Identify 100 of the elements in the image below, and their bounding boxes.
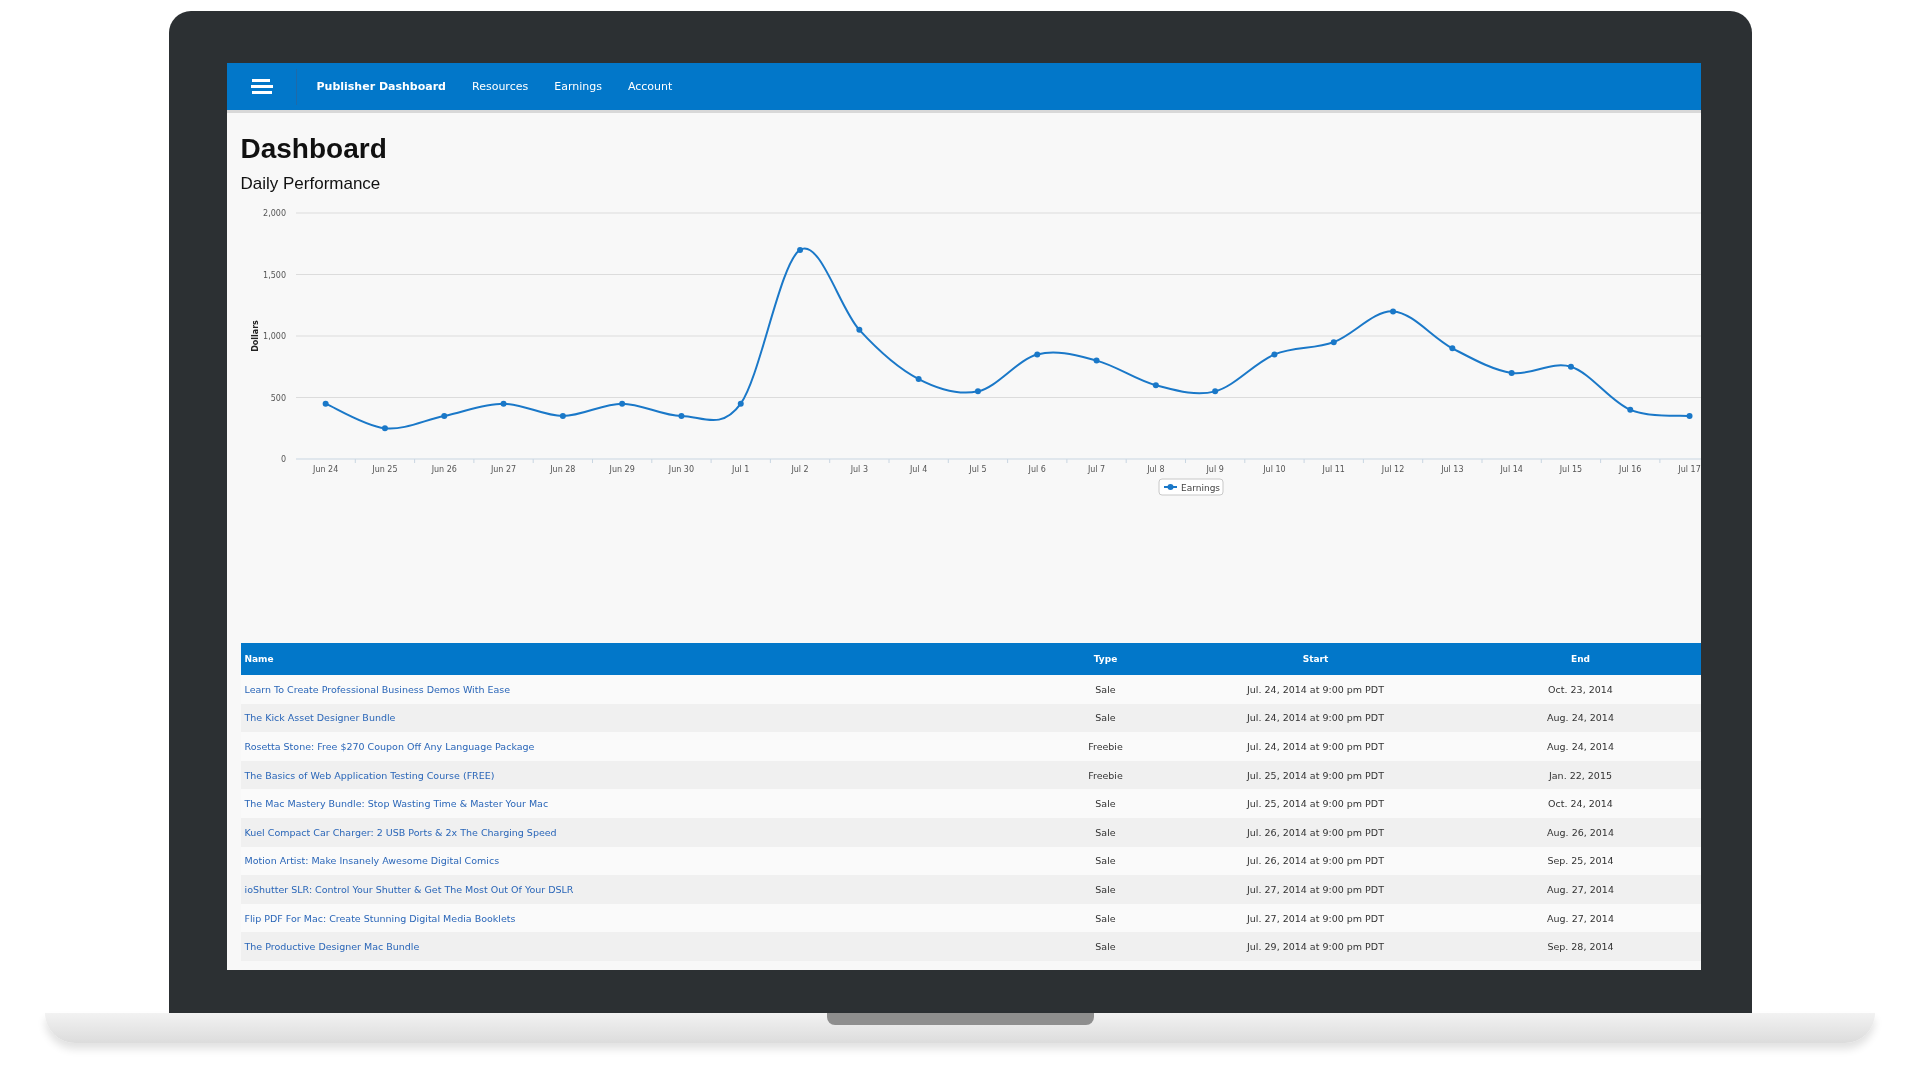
axis-tick-label: Jun 24 [312, 465, 338, 474]
data-point [559, 412, 566, 419]
table-cell: Sep. 25, 2014 [1547, 855, 1614, 867]
table-cell: Sale [1095, 798, 1116, 810]
data-point [381, 425, 388, 432]
deal-link[interactable]: The Basics of Web Application Testing Course (FREE) [244, 769, 495, 781]
column-header: End [1570, 654, 1591, 664]
data-point [1033, 351, 1040, 358]
table-cell: Aug. 27, 2014 [1547, 883, 1614, 895]
axis-tick-label: Jun 30 [668, 465, 694, 474]
data-point [1330, 339, 1337, 346]
data-point [1448, 345, 1455, 352]
axis-tick-label: Jul 14 [1499, 465, 1523, 474]
axis-tick-label: Jul 4 [909, 465, 927, 474]
section-title: Daily Performance [240, 173, 382, 195]
legend-box [1158, 478, 1223, 496]
table-cell: Jul. 24, 2014 at 9:00 pm PDT [1247, 712, 1384, 724]
data-point [1270, 351, 1277, 358]
axis-tick-label: Jul 13 [1440, 465, 1464, 474]
data-point [1626, 406, 1633, 413]
table-cell: Freebie [1088, 741, 1123, 752]
deal-link[interactable]: Flip PDF For Mac: Create Stunning Digital Media Booklets [244, 912, 516, 924]
axis-tick-label: Jul 8 [1146, 465, 1164, 474]
data-point [440, 412, 447, 419]
table-cell: Jan. 22, 2015 [1549, 769, 1612, 781]
deal-link[interactable]: The Mac Mastery Bundle: Stop Wasting Time & Master Your Mac [244, 798, 549, 810]
menu-icon[interactable] [250, 78, 273, 95]
axis-tick-label: Jul 5 [968, 465, 987, 474]
table-cell: Aug. 24, 2014 [1547, 712, 1614, 724]
table-cell: Oct. 24, 2014 [1548, 798, 1613, 810]
axis-tick-label: Jun 28 [549, 465, 575, 474]
axis-tick-label: Jul 16 [1618, 465, 1641, 474]
axis-tick-label: Jul 17 [1677, 465, 1701, 474]
table-cell: Aug. 26, 2014 [1547, 826, 1614, 838]
axis-tick-label: 1,500 [262, 270, 286, 280]
data-point [1211, 388, 1218, 395]
axis-tick-label: Jul 10 [1262, 465, 1286, 474]
axis-tick-label: Jul 1 [731, 465, 749, 474]
table-cell: Aug. 27, 2014 [1547, 912, 1614, 924]
data-point [1508, 369, 1515, 376]
nav-link[interactable]: Resources [472, 80, 529, 93]
data-point [500, 400, 507, 407]
table-cell: Jul. 29, 2014 at 9:00 pm PDT [1247, 941, 1384, 953]
deal-link[interactable]: Motion Artist: Make Insanely Awesome Digital Comics [244, 855, 500, 867]
axis-title: Dollars [250, 320, 260, 352]
data-point [974, 388, 981, 395]
table-cell: Jul. 24, 2014 at 9:00 pm PDT [1247, 683, 1384, 695]
data-point [915, 376, 922, 383]
table-cell: Jul. 25, 2014 at 9:00 pm PDT [1247, 769, 1384, 781]
deal-link[interactable]: ioShutter SLR: Control Your Shutter & Get The Most Out Of Your DSLR [244, 883, 574, 895]
data-point [1152, 382, 1159, 389]
table-cell: Sale [1095, 883, 1116, 895]
table-cell: Sale [1095, 941, 1116, 953]
data-point [618, 400, 625, 407]
table-cell: Aug. 24, 2014 [1547, 741, 1614, 752]
axis-tick-label: Jul 6 [1028, 465, 1046, 474]
deal-link[interactable]: Kuel Compact Car Charger: 2 USB Ports & 2x The Charging Speed [244, 826, 557, 838]
deal-link[interactable]: Rosetta Stone: Free $270 Coupon Off Any Language Package [244, 741, 535, 752]
data-point [1093, 357, 1100, 364]
axis-tick-label: Jul 12 [1381, 465, 1404, 474]
axis-tick-label: Jul 3 [850, 465, 868, 474]
deal-link[interactable]: The Productive Designer Mac Bundle [244, 941, 420, 953]
column-header: Name [243, 654, 275, 664]
table-cell: Jul. 27, 2014 at 9:00 pm PDT [1247, 912, 1384, 924]
column-header: Start [1301, 654, 1330, 664]
data-point [1389, 308, 1396, 315]
table-cell: Sale [1095, 912, 1116, 924]
axis-tick-label: Jul 11 [1322, 465, 1345, 474]
deal-link[interactable]: Learn To Create Professional Business Demos With Ease [244, 683, 511, 695]
nav-brand-link[interactable]: Publisher Dashboard [316, 80, 446, 93]
axis-tick-label: 1,000 [262, 332, 286, 341]
axis-tick-label: Jul 15 [1559, 465, 1582, 474]
legend-label[interactable]: Earnings [1180, 482, 1220, 493]
table-cell: Sep. 28, 2014 [1547, 941, 1614, 953]
table-cell: Sale [1095, 826, 1116, 838]
axis-tick-label: Jun 29 [609, 465, 635, 474]
axis-tick-label: Jun 25 [371, 465, 398, 474]
table-cell: Sale [1095, 683, 1116, 695]
table-cell: Freebie [1088, 769, 1123, 781]
data-point [1567, 363, 1574, 370]
axis-tick-label: Jul 9 [1206, 465, 1224, 474]
table-cell: Jul. 25, 2014 at 9:00 pm PDT [1247, 798, 1384, 810]
table-cell: Jul. 26, 2014 at 9:00 pm PDT [1247, 826, 1384, 838]
table-cell: Sale [1095, 712, 1116, 724]
column-header: Type [1092, 654, 1119, 664]
table-cell: Jul. 26, 2014 at 9:00 pm PDT [1247, 855, 1384, 867]
table-cell: Jul. 24, 2014 at 9:00 pm PDT [1247, 741, 1384, 752]
data-point [1686, 412, 1693, 419]
table-cell: Jul. 27, 2014 at 9:00 pm PDT [1247, 883, 1384, 895]
nav-link[interactable]: Account [627, 80, 673, 93]
data-point [677, 412, 684, 419]
page-title: Dashboard [240, 132, 388, 166]
deal-link[interactable]: The Kick Asset Designer Bundle [244, 712, 396, 724]
axis-tick-label: Jul 7 [1087, 465, 1105, 474]
nav-link[interactable]: Earnings [554, 80, 602, 93]
axis-tick-label: 500 [270, 393, 286, 403]
table-cell: Oct. 23, 2014 [1548, 683, 1613, 695]
data-point [322, 400, 329, 407]
data-point [796, 246, 803, 253]
axis-tick-label: 0 [280, 455, 286, 464]
